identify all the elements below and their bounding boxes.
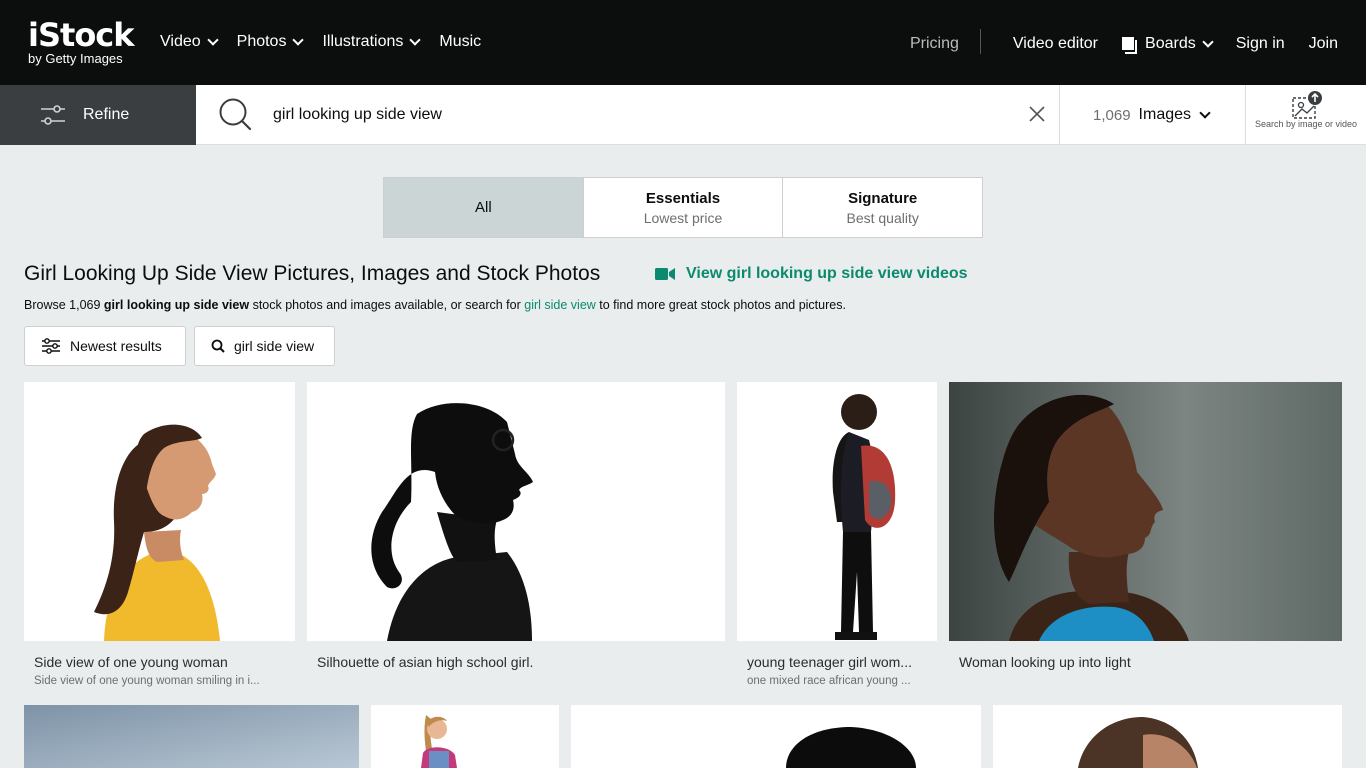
browse-prefix: Browse 1,069 (24, 298, 104, 312)
sign-in-link[interactable]: Sign in (1236, 35, 1285, 53)
sort-button[interactable]: Newest results (24, 326, 186, 366)
join-label: Join (1308, 34, 1338, 52)
search-icon (211, 339, 225, 353)
tab-essentials-subtitle: Lowest price (643, 209, 723, 226)
related-search-label: girl side view (234, 338, 315, 354)
chevron-down-icon (1202, 35, 1214, 48)
media-type-dropdown[interactable]: 1,069 Images (1093, 106, 1211, 124)
result-title: Woman looking up into light (959, 654, 1131, 670)
browse-summary: Browse 1,069 girl looking up side view s… (24, 298, 846, 312)
collection-tabs: All Essentials Lowest price Signature Be… (383, 177, 983, 238)
result-title: Side view of one young woman (34, 654, 228, 670)
view-videos-link[interactable]: View girl looking up side view videos (655, 265, 968, 283)
result-title: young teenager girl wom... (747, 654, 912, 670)
boards-menu[interactable]: Boards (1122, 34, 1214, 54)
chevron-down-icon (292, 34, 305, 46)
tab-essentials-title: Essentials (645, 189, 721, 207)
chevron-down-icon (1199, 107, 1211, 119)
filter-sliders-icon (41, 105, 65, 125)
nav-video[interactable]: Video (160, 33, 219, 51)
child-profile-photo (993, 705, 1342, 768)
logo-wordmark: iStock (28, 16, 135, 54)
result-subtitle: one mixed race african young ... (747, 675, 911, 687)
tab-signature[interactable]: Signature Best quality (783, 178, 982, 237)
result-image[interactable] (571, 705, 981, 768)
join-link[interactable]: Join (1309, 35, 1338, 53)
result-image[interactable] (307, 382, 725, 641)
search-by-image-button[interactable]: Search by image or video (1252, 90, 1360, 142)
nav-photos[interactable]: Photos (236, 33, 305, 51)
chevron-down-icon (206, 34, 219, 46)
pricing-link[interactable]: Pricing (910, 35, 959, 53)
sign-in-label: Sign in (1235, 34, 1285, 52)
video-editor-link[interactable]: Video editor (1013, 35, 1098, 53)
chevron-down-icon (409, 34, 422, 46)
sky-photo (24, 705, 359, 768)
result-title: Silhouette of asian high school girl. (317, 654, 534, 670)
result-image[interactable] (993, 705, 1342, 768)
search-bar: Refine 1,069 Images Search by image or v… (0, 85, 1366, 145)
tab-essentials[interactable]: Essentials Lowest price (584, 178, 784, 237)
nav-music-label: Music (439, 33, 482, 50)
search-icon[interactable] (218, 97, 252, 131)
account-nav: Pricing Video editor Boards Sign in Join (910, 29, 1338, 54)
video-camera-icon (655, 268, 675, 280)
search-divider (1245, 85, 1246, 145)
browse-suffix: to find more great stock photos and pict… (595, 298, 846, 312)
silhouette-head-photo (571, 705, 981, 768)
result-image[interactable] (24, 705, 359, 768)
istock-logo[interactable]: iStock by Getty Images (28, 18, 140, 68)
nav-video-label: Video (160, 33, 201, 50)
little-girl-photo (371, 705, 559, 768)
tab-all[interactable]: All (384, 178, 584, 237)
sort-label: Newest results (70, 338, 162, 354)
search-by-image-label: Search by image or video (1254, 119, 1358, 129)
browse-term: girl looking up side view (103, 298, 250, 312)
result-image[interactable] (24, 382, 295, 641)
search-divider (1059, 85, 1060, 145)
result-image[interactable] (949, 382, 1342, 641)
video-editor-label: Video editor (1012, 34, 1099, 52)
search-input[interactable] (273, 103, 973, 127)
girl-silhouette-photo (307, 382, 725, 641)
sort-sliders-icon (42, 338, 60, 354)
tab-signature-subtitle: Best quality (846, 209, 919, 226)
boards-label: Boards (1145, 34, 1196, 52)
view-videos-label: View girl looking up side view videos (686, 265, 968, 282)
tab-all-title: All (475, 199, 492, 216)
nav-divider (979, 29, 981, 54)
woman-looking-up-photo (949, 382, 1342, 641)
result-image[interactable] (371, 705, 559, 768)
result-subtitle: Side view of one young woman smiling in … (34, 675, 260, 687)
nav-illustrations-label: Illustrations (322, 33, 404, 50)
boards-icon (1122, 37, 1138, 54)
main-nav: Video Photos Illustrations Music (160, 33, 481, 51)
woman-profile-photo (24, 382, 295, 641)
logo-tagline: by Getty Images (28, 51, 123, 66)
refine-label: Refine (83, 106, 130, 123)
suggested-search-link[interactable]: girl side view (524, 298, 596, 312)
result-count: 1,069 (1093, 106, 1131, 124)
teen-with-backpack-photo (737, 382, 937, 641)
result-image[interactable] (737, 382, 937, 641)
page-title: Girl Looking Up Side View Pictures, Imag… (24, 262, 601, 285)
nav-photos-label: Photos (236, 33, 287, 50)
refine-button[interactable]: Refine (0, 85, 196, 145)
close-icon[interactable] (1027, 104, 1047, 124)
tab-signature-title: Signature (848, 189, 918, 207)
media-type-label: Images (1138, 106, 1192, 123)
nav-music[interactable]: Music (439, 33, 481, 51)
top-navigation-bar: iStock by Getty Images Video Photos Illu… (0, 0, 1366, 85)
related-search-chip[interactable]: girl side view (194, 326, 335, 366)
browse-middle: stock photos and images available, or se… (249, 298, 525, 312)
nav-illustrations[interactable]: Illustrations (322, 33, 422, 51)
